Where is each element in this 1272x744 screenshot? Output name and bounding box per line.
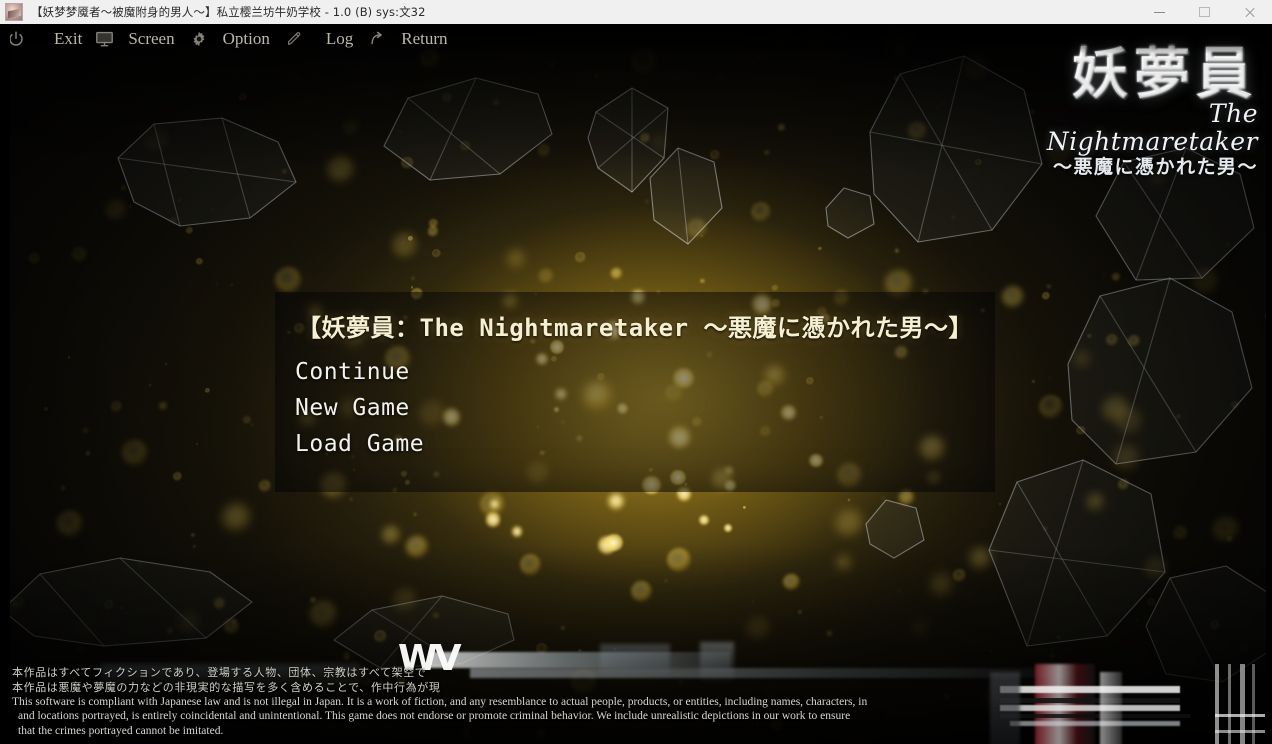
application-window: 【妖梦梦魇者～被魔附身的男人～】私立樱兰坊牛奶学校 - 1.0 (B) sys:… — [0, 0, 1272, 744]
window-controls — [1137, 0, 1272, 24]
background-bottom-fade — [0, 544, 1272, 744]
menu-option-continue[interactable]: Continue — [295, 354, 595, 390]
menu-screen-button[interactable] — [94, 24, 114, 54]
menu-item-exit[interactable]: Exit — [52, 24, 84, 54]
main-menu-panel: 【妖夢員：The Nightmaretaker ～悪魔に憑かれた男～】 Cont… — [275, 292, 995, 492]
menu-item-exit-label: Exit — [54, 29, 83, 48]
maximize-icon — [1199, 7, 1210, 17]
window-title-text: 【妖梦梦魇者～被魔附身的男人～】私立樱兰坊牛奶学校 - 1.0 (B) sys:… — [31, 5, 426, 19]
minimize-button[interactable] — [1137, 0, 1182, 24]
menu-item-return[interactable]: Return — [399, 24, 449, 54]
menu-item-option-label: Option — [222, 29, 270, 48]
main-menu-list: Continue New Game Load Game — [295, 354, 595, 462]
pencil-icon — [284, 29, 304, 49]
menu-log-button[interactable] — [284, 24, 304, 54]
menu-item-option[interactable]: Option — [221, 24, 272, 54]
gear-icon — [189, 29, 209, 49]
letterbox-left-edge — [0, 24, 10, 744]
game-viewport: Exit Screen Option Log Return The Nightm… — [0, 24, 1272, 744]
menu-item-return-label: Return — [401, 29, 448, 48]
app-icon — [5, 3, 23, 21]
menu-option-button[interactable] — [189, 24, 209, 54]
menu-item-log-label: Log — [325, 29, 354, 48]
menu-item-log[interactable]: Log — [324, 24, 355, 54]
close-button[interactable] — [1227, 0, 1272, 24]
monitor-icon — [94, 29, 114, 49]
letterbox-right-edge — [1266, 24, 1272, 744]
minimize-icon — [1154, 11, 1165, 13]
main-menu-title: 【妖夢員：The Nightmaretaker ～悪魔に憑かれた男～】 — [297, 314, 974, 342]
window-title-bar: 【妖梦梦魇者～被魔附身的男人～】私立樱兰坊牛奶学校 - 1.0 (B) sys:… — [0, 0, 1272, 24]
return-arrow-icon — [367, 29, 387, 49]
close-icon — [1244, 6, 1256, 18]
menu-item-screen[interactable]: Screen — [126, 24, 176, 54]
menu-return-button[interactable] — [367, 24, 387, 54]
maximize-button[interactable] — [1182, 0, 1227, 24]
menu-option-load-game[interactable]: Load Game — [295, 426, 595, 462]
game-menu-bar: Exit Screen Option Log Return — [0, 24, 1272, 54]
menu-item-screen-label: Screen — [128, 29, 175, 48]
menu-option-new-game[interactable]: New Game — [295, 390, 595, 426]
